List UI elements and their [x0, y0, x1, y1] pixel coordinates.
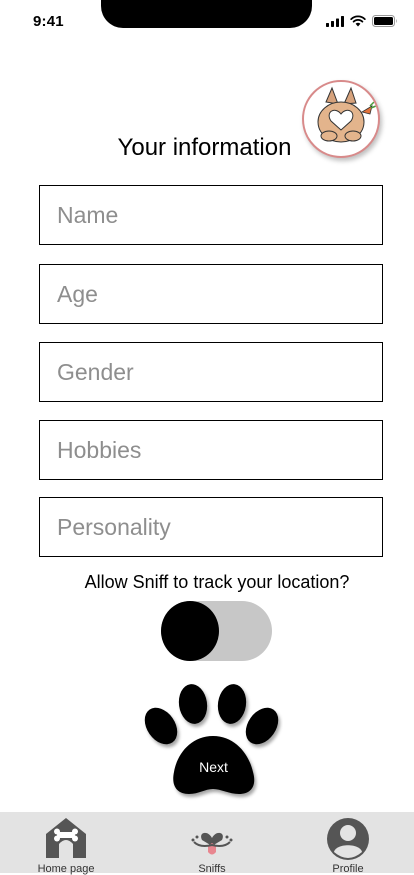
toggle-knob[interactable]	[161, 601, 219, 661]
cellular-signal-icon	[326, 15, 344, 27]
nav-label-sniffs: Sniffs	[198, 863, 226, 875]
nav-item-profile[interactable]: Profile	[293, 812, 403, 875]
dog-face-icon	[191, 832, 233, 855]
status-time: 9:41	[33, 13, 64, 30]
personality-input[interactable]	[40, 498, 382, 556]
gender-field[interactable]	[39, 342, 383, 402]
gender-input[interactable]	[40, 343, 382, 401]
battery-icon	[372, 15, 397, 27]
hobbies-input[interactable]	[40, 421, 382, 479]
page-title: Your information	[117, 134, 292, 161]
name-field[interactable]	[39, 185, 383, 245]
name-input[interactable]	[40, 186, 382, 244]
location-permission-label: Allow Sniff to track your location?	[84, 572, 350, 592]
nav-item-sniffs[interactable]: Sniffs	[157, 812, 267, 875]
bottom-nav: Home page Sniffs Profile	[0, 812, 414, 875]
age-field[interactable]	[39, 264, 383, 324]
nav-item-home[interactable]: Home page	[11, 812, 121, 875]
location-toggle[interactable]	[161, 601, 272, 661]
nav-label-profile: Profile	[332, 863, 364, 875]
status-icons	[326, 15, 398, 27]
age-input[interactable]	[40, 265, 382, 323]
next-button-label: Next	[199, 759, 228, 775]
paw-print-icon	[144, 684, 279, 794]
user-icon	[327, 818, 369, 860]
hobbies-field[interactable]	[39, 420, 383, 480]
device-notch	[101, 0, 312, 28]
next-button[interactable]: Next	[143, 680, 283, 802]
status-bar: 9:41	[0, 0, 414, 44]
personality-field[interactable]	[39, 497, 383, 557]
nav-label-home: Home page	[37, 863, 95, 875]
house-icon	[46, 818, 86, 858]
wifi-icon	[350, 15, 366, 27]
